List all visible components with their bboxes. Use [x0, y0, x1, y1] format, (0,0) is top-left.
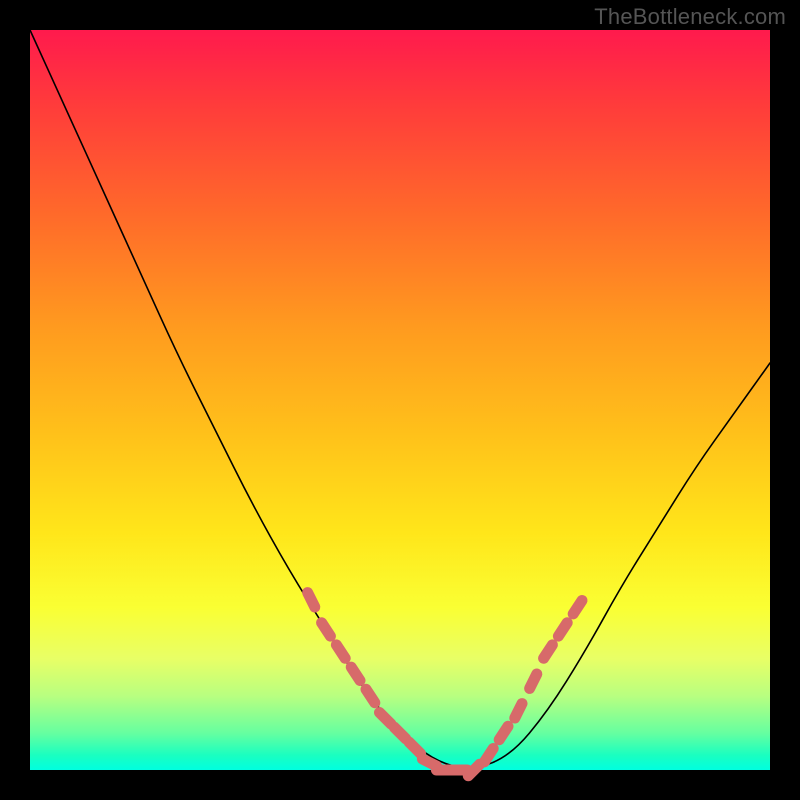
bead	[308, 593, 315, 607]
bead	[530, 674, 537, 688]
bead	[322, 623, 331, 636]
bead	[409, 742, 420, 753]
bead	[336, 645, 345, 658]
bead	[394, 727, 405, 738]
bead	[380, 713, 391, 724]
curve-svg	[30, 30, 770, 770]
bottleneck-curve	[30, 30, 770, 768]
bead	[515, 704, 522, 718]
bead	[544, 645, 553, 658]
bead-group	[308, 593, 582, 776]
bead	[351, 667, 360, 680]
chart-frame: TheBottleneck.com	[0, 0, 800, 800]
bead	[573, 601, 582, 614]
bead	[366, 689, 375, 702]
bead	[499, 726, 508, 739]
bead	[484, 749, 493, 762]
watermark-text: TheBottleneck.com	[594, 4, 786, 30]
bead	[558, 623, 567, 636]
plot-area	[30, 30, 770, 770]
